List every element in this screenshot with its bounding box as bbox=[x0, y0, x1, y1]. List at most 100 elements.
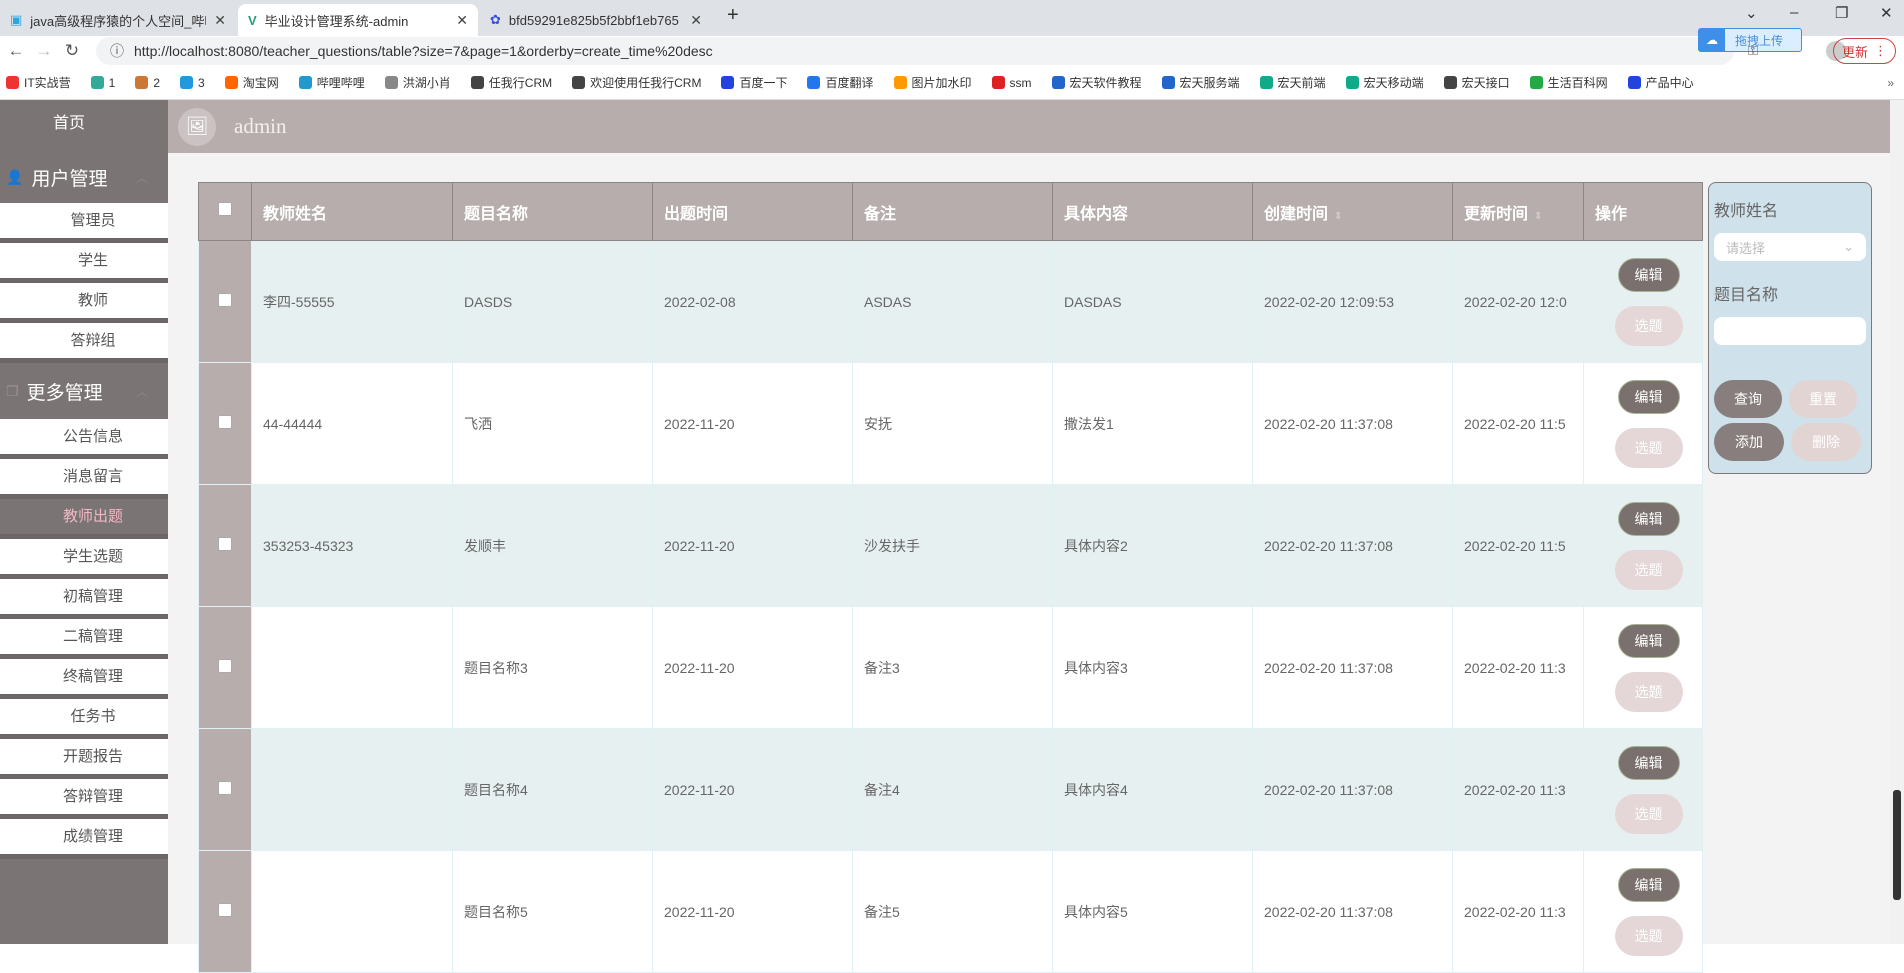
sidebar-item[interactable]: 管理员 bbox=[0, 203, 168, 243]
select-topic-button[interactable]: 选题 bbox=[1614, 915, 1683, 956]
tab-bilibili[interactable]: ▣ java高级程序猿的个人空间_哔哩 ✕ bbox=[0, 4, 236, 36]
row-checkbox-cell bbox=[198, 362, 252, 485]
bookmark-icon bbox=[90, 75, 104, 89]
sort-icon[interactable]: ⇕ bbox=[1334, 211, 1342, 222]
url-bar[interactable]: ⓘ http://localhost:8080/teacher_questions… bbox=[96, 37, 1734, 65]
sidebar-item[interactable]: 任务书 bbox=[0, 699, 168, 739]
bookmark-item[interactable]: IT实战营 bbox=[6, 74, 71, 91]
sidebar-item[interactable]: 二稿管理 bbox=[0, 619, 168, 659]
row-checkbox[interactable] bbox=[218, 537, 232, 551]
select-topic-button[interactable]: 选题 bbox=[1614, 793, 1683, 834]
bookmark-item[interactable]: 宏天前端 bbox=[1259, 74, 1326, 91]
bookmark-item[interactable]: 洪湖小肖 bbox=[384, 74, 451, 91]
bookmark-item[interactable]: 淘宝网 bbox=[224, 74, 279, 91]
bookmark-item[interactable]: 生活百科网 bbox=[1529, 74, 1608, 91]
bookmark-icon bbox=[135, 75, 149, 89]
row-checkbox-cell bbox=[198, 606, 252, 729]
actions-cell: 编辑 选题 bbox=[1583, 362, 1703, 485]
bookmark-item[interactable]: 1 bbox=[90, 75, 115, 90]
column-header[interactable]: 更新时间 ⇕ bbox=[1452, 182, 1584, 241]
bookmark-item[interactable]: 百度翻译 bbox=[807, 74, 874, 91]
close-tab-icon[interactable]: ✕ bbox=[690, 12, 702, 29]
sidebar-item[interactable]: 学生选题 bbox=[0, 539, 168, 579]
sidebar-item[interactable]: 终稿管理 bbox=[0, 659, 168, 699]
bookmark-item[interactable]: 哔哩哔哩 bbox=[298, 74, 365, 91]
minimize-button[interactable]: – bbox=[1790, 4, 1798, 21]
bookmark-icon bbox=[298, 76, 312, 89]
reload-icon[interactable]: ↻ bbox=[60, 41, 84, 61]
edit-button[interactable]: 编辑 bbox=[1617, 379, 1680, 414]
bookmark-item[interactable]: 2 bbox=[135, 75, 160, 90]
tab-baidu[interactable]: ✿ bfd59291e825b5f2bbf1eb765 ✕ bbox=[480, 4, 712, 36]
sidebar-item[interactable]: 学生 bbox=[0, 243, 168, 283]
row-checkbox[interactable] bbox=[218, 293, 232, 307]
select-topic-button[interactable]: 选题 bbox=[1614, 305, 1683, 346]
sort-icon[interactable]: ⇕ bbox=[1534, 211, 1542, 222]
username: admin bbox=[234, 114, 287, 138]
edit-button[interactable]: 编辑 bbox=[1617, 623, 1680, 658]
sidebar-item[interactable]: 开题报告 bbox=[0, 739, 168, 779]
bookmark-item[interactable]: 任我行CRM bbox=[470, 74, 552, 91]
close-tab-icon[interactable]: ✕ bbox=[456, 12, 468, 29]
column-header[interactable]: 创建时间 ⇕ bbox=[1252, 182, 1453, 241]
page-scrollbar[interactable] bbox=[1890, 100, 1904, 944]
info-icon: ⓘ bbox=[110, 43, 124, 59]
sidebar-item[interactable]: 教师出题 bbox=[0, 499, 168, 539]
bookmarks-overflow-icon[interactable]: » bbox=[1887, 76, 1894, 90]
row-checkbox-cell bbox=[198, 240, 252, 363]
restore-button[interactable]: ❐ bbox=[1835, 4, 1848, 22]
edit-button[interactable]: 编辑 bbox=[1617, 745, 1680, 780]
bookmark-item[interactable]: 3 bbox=[180, 75, 205, 90]
row-checkbox[interactable] bbox=[218, 903, 232, 917]
row-checkbox[interactable] bbox=[218, 781, 232, 795]
select-topic-button[interactable]: 选题 bbox=[1614, 671, 1683, 712]
select-topic-button[interactable]: 选题 bbox=[1614, 549, 1683, 590]
scrollbar-thumb[interactable] bbox=[1893, 790, 1901, 900]
sidebar-group-header[interactable]: 👤 用户管理 ︿ bbox=[0, 152, 168, 203]
avatar-image-icon[interactable]: 🖼 bbox=[178, 107, 216, 146]
close-window-button[interactable]: ✕ bbox=[1880, 4, 1893, 22]
edit-button[interactable]: 编辑 bbox=[1617, 501, 1680, 536]
sidebar-group-header[interactable]: ❐ 更多管理 ︿ bbox=[0, 363, 168, 419]
tab-admin[interactable]: V 毕业设计管理系统-admin ✕ bbox=[238, 4, 478, 36]
address-bar-row: ← → ↻ ⓘ http://localhost:8080/teacher_que… bbox=[0, 28, 1904, 66]
new-tab-button[interactable]: + bbox=[727, 4, 739, 27]
update-button[interactable]: 更新 ⋮ bbox=[1832, 38, 1896, 64]
bookmark-item[interactable]: 宏天软件教程 bbox=[1051, 74, 1142, 91]
bookmark-item[interactable]: 百度一下 bbox=[721, 74, 787, 91]
title-input[interactable] bbox=[1714, 317, 1866, 345]
key-icon[interactable]: ⚿ bbox=[1748, 43, 1758, 59]
sidebar-item[interactable]: 教师 bbox=[0, 283, 168, 323]
sidebar-item[interactable]: 公告信息 bbox=[0, 419, 168, 459]
sidebar-item[interactable]: 消息留言 bbox=[0, 459, 168, 499]
select-topic-button[interactable]: 选题 bbox=[1614, 427, 1683, 468]
bookmark-item[interactable]: 宏天接口 bbox=[1443, 74, 1510, 91]
select-all-checkbox[interactable] bbox=[218, 202, 232, 216]
bookmark-item[interactable]: ssm bbox=[991, 75, 1032, 90]
table-cell: 2022-02-20 11:5 bbox=[1452, 484, 1584, 607]
sidebar-item[interactable]: 答辩管理 bbox=[0, 779, 168, 819]
reset-button[interactable]: 重置 bbox=[1789, 380, 1857, 418]
teacher-name-select[interactable]: 请选择 ⌄ bbox=[1714, 233, 1866, 261]
bookmark-item[interactable]: 宏天移动端 bbox=[1345, 74, 1424, 91]
sidebar-item[interactable]: 答辩组 bbox=[0, 323, 168, 363]
forward-icon[interactable]: → bbox=[32, 41, 56, 61]
edit-button[interactable]: 编辑 bbox=[1617, 867, 1680, 902]
edit-button[interactable]: 编辑 bbox=[1617, 257, 1680, 292]
bookmark-item[interactable]: 产品中心 bbox=[1627, 74, 1694, 91]
row-checkbox[interactable] bbox=[218, 659, 232, 673]
query-button[interactable]: 查询 bbox=[1714, 380, 1782, 418]
sidebar-item[interactable]: 初稿管理 bbox=[0, 579, 168, 619]
add-button[interactable]: 添加 bbox=[1714, 423, 1784, 461]
sidebar-item-home[interactable]: 首页 bbox=[0, 100, 168, 152]
bookmark-item[interactable]: 宏天服务端 bbox=[1161, 74, 1240, 91]
bookmark-item[interactable]: 欢迎使用任我行CRM bbox=[572, 74, 701, 91]
back-icon[interactable]: ← bbox=[4, 41, 28, 61]
close-tab-icon[interactable]: ✕ bbox=[214, 12, 226, 29]
row-checkbox[interactable] bbox=[218, 415, 232, 429]
sidebar-item[interactable]: 成绩管理 bbox=[0, 819, 168, 859]
delete-button[interactable]: 删除 bbox=[1791, 423, 1861, 461]
bookmark-item[interactable]: 图片加水印 bbox=[893, 74, 972, 91]
actions-cell: 编辑 选题 bbox=[1583, 240, 1703, 363]
tab-search-icon[interactable]: ⌄ bbox=[1745, 4, 1758, 22]
